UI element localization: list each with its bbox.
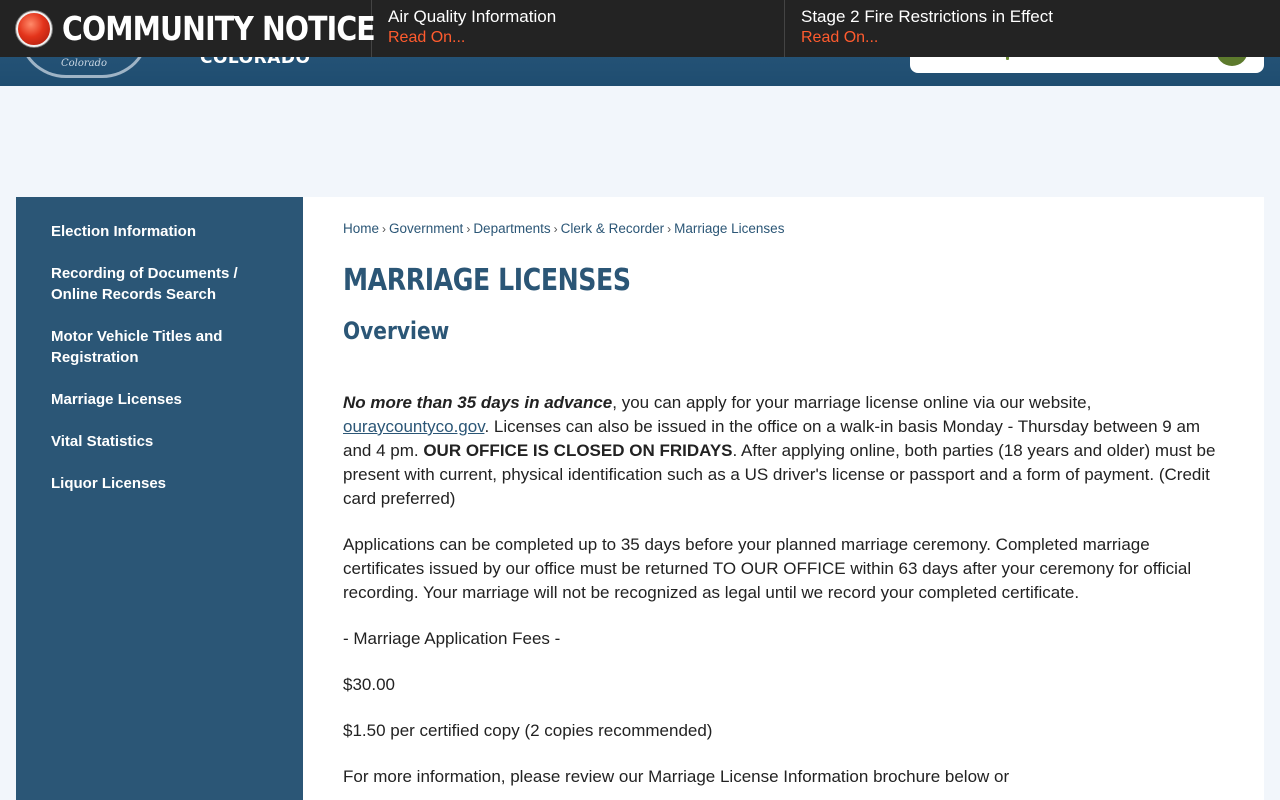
community-notice-bar: COMMUNITY NOTICE Air Quality Information… — [0, 0, 1280, 57]
breadcrumb-departments[interactable]: Departments — [473, 221, 550, 236]
fee-amount: $30.00 — [343, 675, 395, 694]
community-notice-brand: COMMUNITY NOTICE — [0, 0, 376, 57]
seal-text: Colorado — [60, 58, 108, 69]
section-title-overview: Overview — [343, 317, 450, 345]
breadcrumb-separator: › — [382, 222, 387, 236]
application-paragraph: Applications can be completed up to 35 d… — [343, 535, 1192, 602]
community-notice-title: COMMUNITY NOTICE — [62, 9, 376, 48]
advance-notice-text: No more than 35 days in advance — [343, 393, 613, 412]
page-title: MARRIAGE LICENSES — [343, 263, 631, 298]
breadcrumb-marriage-licenses[interactable]: Marriage Licenses — [674, 221, 784, 236]
fee-certified-copy: $1.50 per certified copy (2 copies recom… — [343, 721, 713, 740]
sidebar-item-election-information[interactable]: Election Information — [16, 221, 303, 242]
breadcrumb-separator: › — [466, 222, 471, 236]
read-on-link[interactable]: Read On... — [388, 27, 465, 49]
breadcrumb-separator: › — [667, 222, 672, 236]
read-on-link[interactable]: Read On... — [801, 27, 878, 49]
main-content: Home › Government › Departments › Clerk & Reco… — [303, 197, 1264, 800]
intro-text-a: , you can apply for your marriage licens… — [612, 393, 1092, 412]
sidebar-item-liquor-licenses[interactable]: Liquor Licenses — [16, 473, 303, 494]
breadcrumb-clerk-recorder[interactable]: Clerk & Recorder — [561, 221, 665, 236]
sidebar-nav: Election Information Recording of Docume… — [16, 197, 303, 800]
intro-paragraph: No more than 35 days in advance, you can… — [343, 391, 1224, 511]
county-website-link[interactable]: ouraycountyco.gov — [343, 417, 484, 436]
breadcrumb-separator: › — [553, 222, 558, 236]
notice-item-fire-restrictions[interactable]: Stage 2 Fire Restrictions in Effect Read… — [785, 0, 1198, 57]
notice-item-title[interactable]: Stage 2 Fire Restrictions in Effect — [801, 7, 1198, 27]
more-info-paragraph: For more information, please review our … — [343, 767, 1010, 786]
sidebar-item-marriage-licenses[interactable]: Marriage Licenses — [16, 389, 303, 410]
notice-item-air-quality[interactable]: Air Quality Information Read On... — [372, 0, 785, 57]
fees-heading: - Marriage Application Fees - — [343, 629, 561, 648]
office-closed-text: OUR OFFICE IS CLOSED ON FRIDAYS — [423, 441, 733, 460]
sidebar-item-recording-documents[interactable]: Recording of Documents / Online Records … — [16, 263, 303, 305]
breadcrumb-home[interactable]: Home — [343, 221, 379, 236]
alert-light-icon — [16, 10, 52, 47]
notice-item-title[interactable]: Air Quality Information — [388, 7, 784, 27]
sidebar-item-motor-vehicle[interactable]: Motor Vehicle Titles and Registration — [16, 326, 303, 368]
breadcrumb-government[interactable]: Government — [389, 221, 463, 236]
breadcrumb: Home › Government › Departments › Clerk & Reco… — [343, 221, 1224, 241]
sidebar-item-vital-statistics[interactable]: Vital Statistics — [16, 431, 303, 452]
